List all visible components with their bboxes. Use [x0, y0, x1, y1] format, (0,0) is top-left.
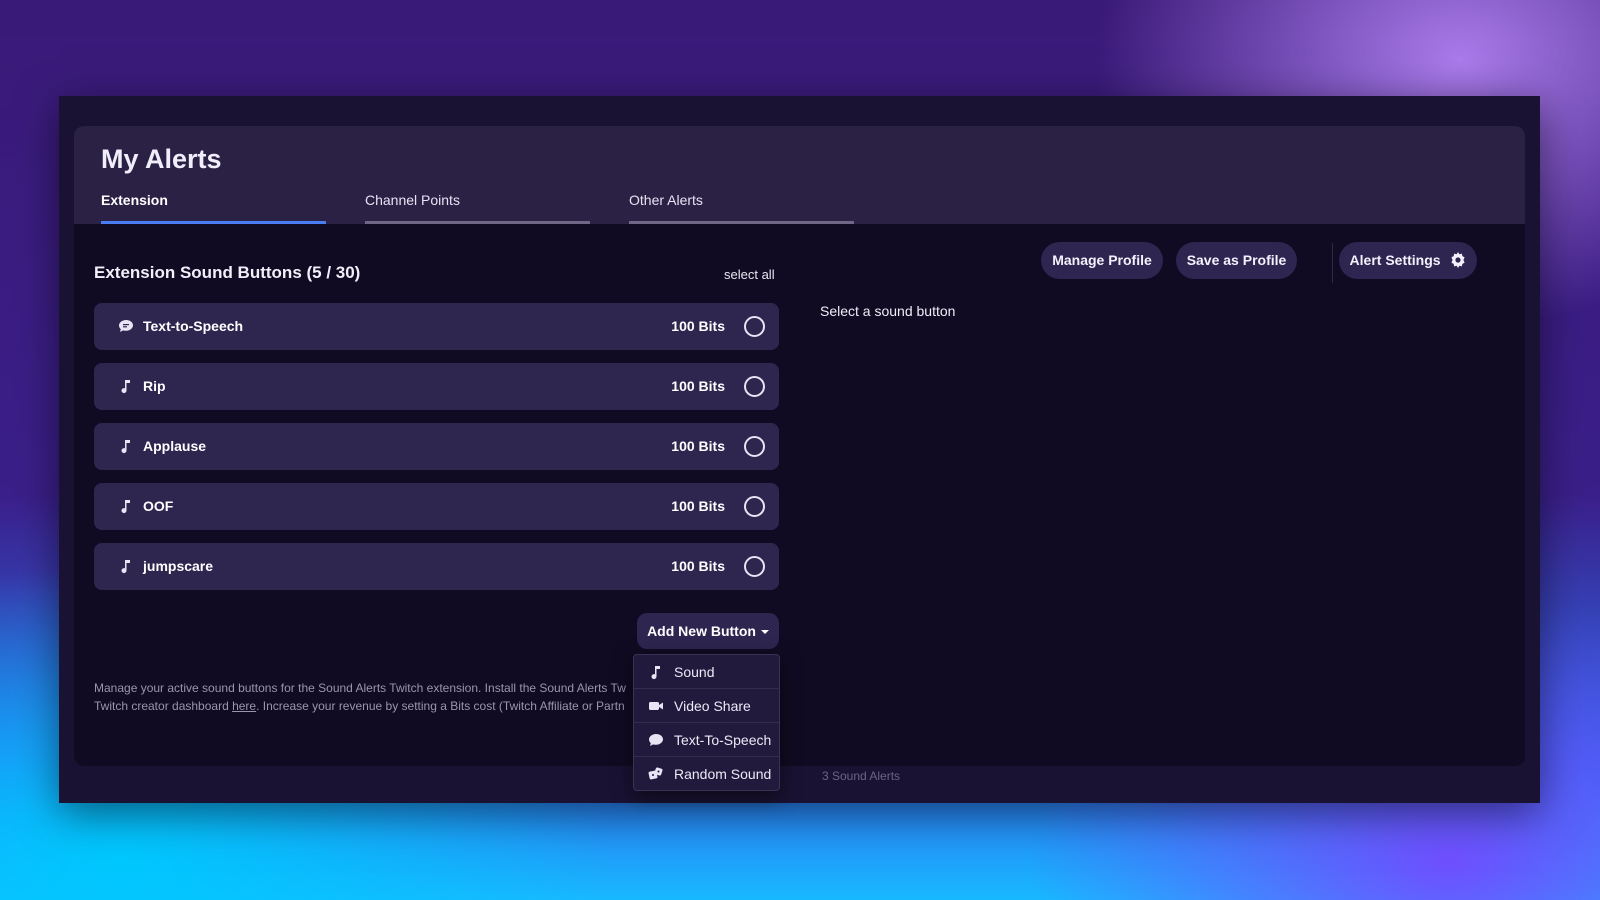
- music-note-icon: [118, 498, 134, 514]
- tab-channel-points[interactable]: Channel Points: [365, 188, 590, 224]
- select-radio[interactable]: [744, 316, 765, 337]
- page-title: My Alerts: [101, 144, 222, 174]
- music-note-icon: [118, 438, 134, 454]
- help-line-2: Twitch creator dashboard here. Increase …: [94, 697, 634, 715]
- music-note-icon: [118, 378, 134, 394]
- here-link[interactable]: here: [232, 699, 256, 713]
- help-line-2-post: . Increase your revenue by setting a Bit…: [256, 699, 625, 713]
- select-all-link[interactable]: select all: [724, 267, 775, 282]
- add-button-dropdown: Sound Video Share Text-To-Speech Random …: [633, 654, 780, 791]
- music-note-icon: [648, 664, 664, 680]
- video-camera-icon: [648, 698, 664, 714]
- sound-button-cost: 100 Bits: [671, 498, 725, 514]
- sound-button-name: Applause: [143, 438, 207, 454]
- menu-item-sound[interactable]: Sound: [634, 655, 779, 689]
- sound-button-cost: 100 Bits: [671, 318, 725, 334]
- menu-item-label: Sound: [674, 664, 715, 680]
- toolbar-divider: [1332, 243, 1333, 283]
- help-text: Manage your active sound buttons for the…: [94, 679, 634, 715]
- help-line-1: Manage your active sound buttons for the…: [94, 681, 626, 695]
- select-radio[interactable]: [744, 376, 765, 397]
- tab-extension[interactable]: Extension: [101, 188, 326, 224]
- sound-button-row[interactable]: Applause 100 Bits: [94, 423, 779, 470]
- sound-button-name: Rip: [143, 378, 166, 394]
- app-window: My Alerts Extension Channel Points Other…: [59, 96, 1540, 803]
- chat-icon: [118, 318, 134, 334]
- menu-item-text-to-speech[interactable]: Text-To-Speech: [634, 723, 779, 757]
- music-note-icon: [118, 558, 134, 574]
- menu-item-label: Text-To-Speech: [674, 732, 772, 748]
- manage-profile-button[interactable]: Manage Profile: [1041, 242, 1163, 279]
- add-new-button-label: Add New Button: [647, 623, 756, 639]
- select-radio[interactable]: [744, 556, 765, 577]
- dice-icon: [648, 766, 664, 782]
- select-radio[interactable]: [744, 436, 765, 457]
- sound-button-cost: 100 Bits: [671, 438, 725, 454]
- alert-settings-button[interactable]: Alert Settings: [1339, 242, 1477, 279]
- gear-icon: [1450, 251, 1466, 268]
- add-new-button[interactable]: Add New Button: [637, 613, 779, 649]
- tab-channel-points-label: Channel Points: [365, 192, 460, 208]
- tab-other-alerts-label: Other Alerts: [629, 192, 703, 208]
- sound-button-row[interactable]: Rip 100 Bits: [94, 363, 779, 410]
- footer-text: 3 Sound Alerts: [822, 769, 901, 783]
- sound-button-name: jumpscare: [143, 558, 214, 574]
- tab-extension-label: Extension: [101, 192, 168, 208]
- menu-item-label: Random Sound: [674, 766, 772, 782]
- select-radio[interactable]: [744, 496, 765, 517]
- tab-other-alerts[interactable]: Other Alerts: [629, 188, 854, 224]
- sound-button-cost: 100 Bits: [671, 378, 725, 394]
- sound-button-row[interactable]: jumpscare 100 Bits: [94, 543, 779, 590]
- save-as-profile-button[interactable]: Save as Profile: [1176, 242, 1297, 279]
- panel-header: My Alerts Extension Channel Points Other…: [74, 126, 1525, 224]
- alerts-panel: My Alerts Extension Channel Points Other…: [74, 126, 1525, 766]
- select-sound-hint: Select a sound button: [820, 303, 956, 319]
- sound-button-name: Text-to-Speech: [143, 318, 244, 334]
- sound-button-name: OOF: [143, 498, 174, 514]
- help-line-2-pre: Twitch creator dashboard: [94, 699, 233, 713]
- sound-button-row[interactable]: OOF 100 Bits: [94, 483, 779, 530]
- menu-item-random-sound[interactable]: Random Sound: [634, 757, 779, 790]
- chat-icon: [648, 732, 664, 748]
- caret-down-icon: [760, 630, 769, 635]
- menu-item-video-share[interactable]: Video Share: [634, 689, 779, 723]
- alert-settings-label: Alert Settings: [1349, 252, 1441, 268]
- section-title: Extension Sound Buttons (5 / 30): [94, 263, 361, 282]
- sound-button-cost: 100 Bits: [671, 558, 725, 574]
- sound-button-row[interactable]: Text-to-Speech 100 Bits: [94, 303, 779, 350]
- menu-item-label: Video Share: [674, 698, 751, 714]
